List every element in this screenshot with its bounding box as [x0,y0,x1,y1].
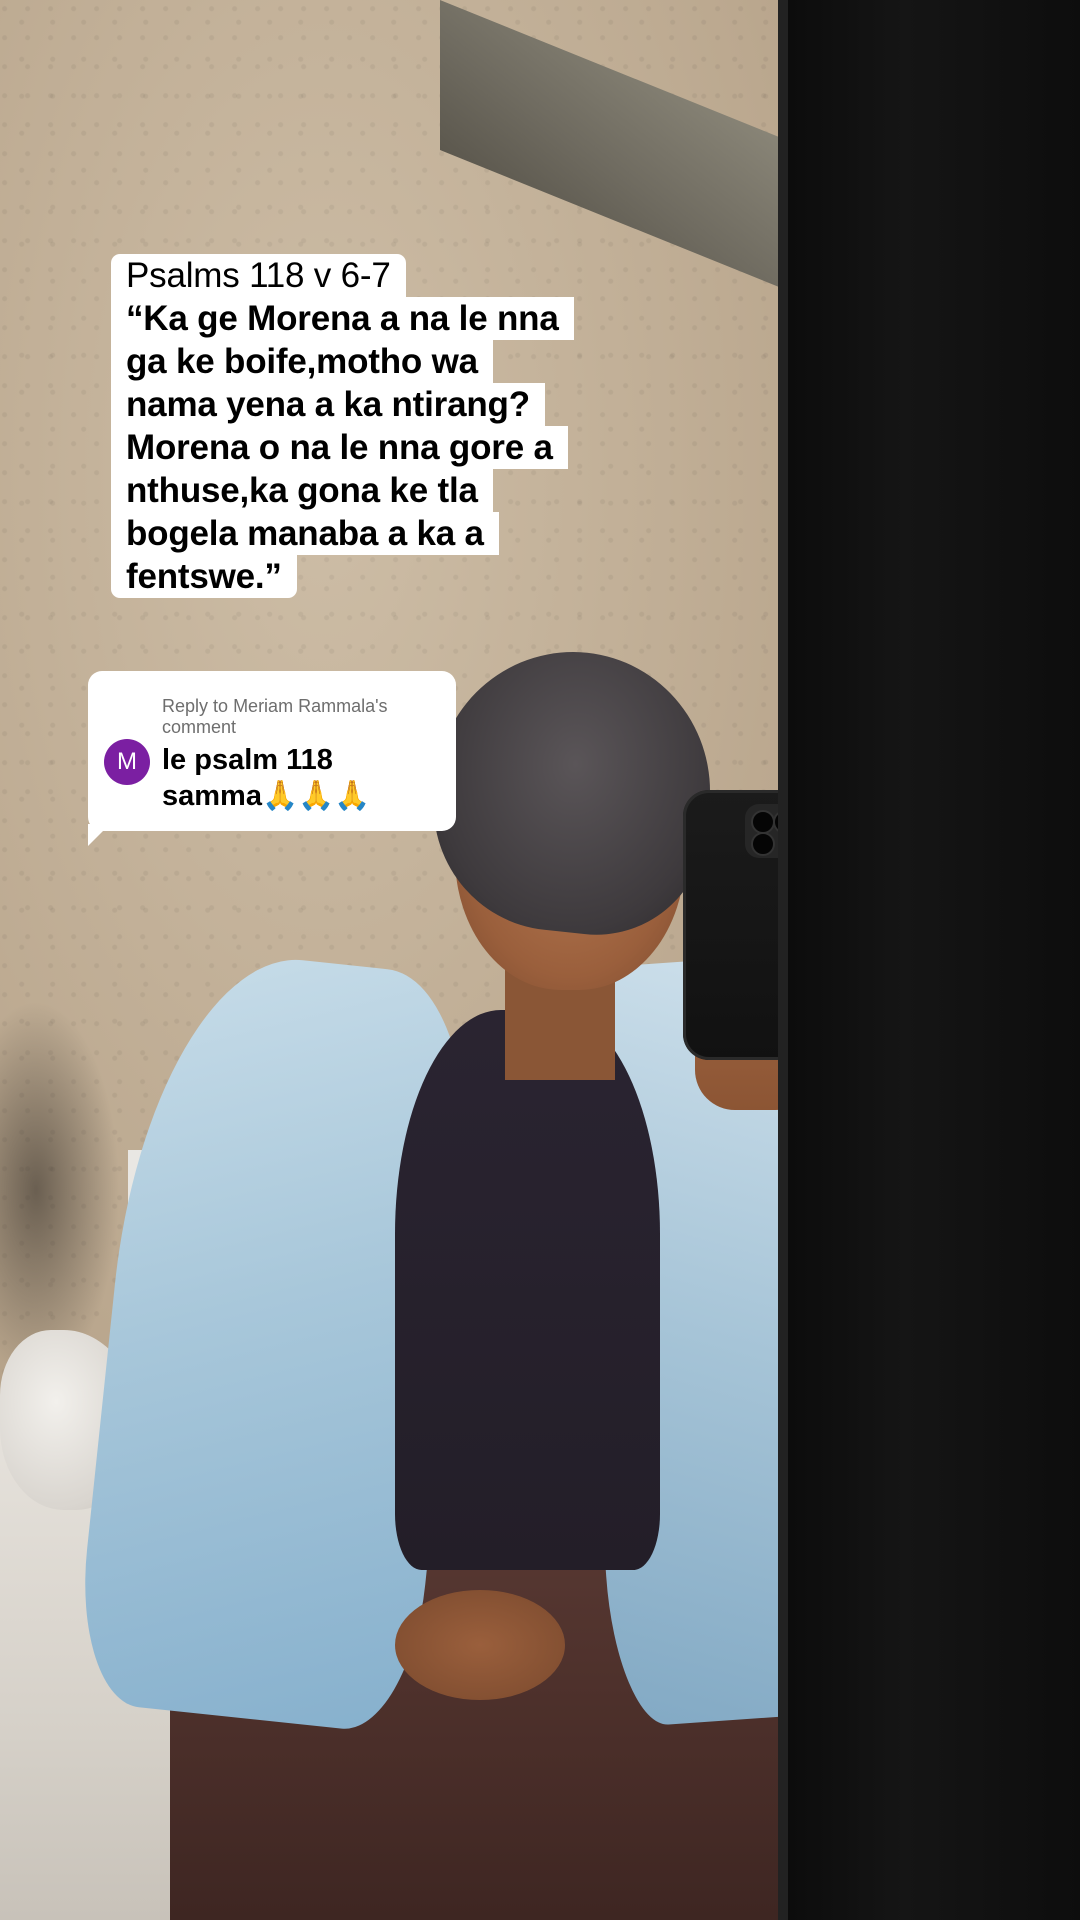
mirror-frame [788,0,1080,1920]
reply-suffix: comment [162,717,237,737]
avatar[interactable]: M [104,739,150,785]
caption-line: ga ke boife,motho wa [111,340,493,383]
comment-text-line: le psalm 118 [162,744,333,776]
caption-line: Psalms 118 v 6-7 [111,254,406,297]
caption-line: nthuse,ka gona ke tla [111,469,493,512]
caption-line: “Ka ge Morena a na le nna [111,297,574,340]
comment-text-line: samma🙏🙏🙏 [162,780,371,812]
comment-text: le psalm 118 samma🙏🙏🙏 [162,742,432,814]
caption-line: fentswe.” [111,555,297,598]
caption-line: Morena o na le nna gore a [111,426,568,469]
reply-author: Meriam Rammala's [233,696,388,716]
caption-line: bogela manaba a ka a [111,512,499,555]
reply-prefix: Reply to [162,696,229,716]
dark-top [395,1010,660,1570]
reply-card-tail [88,824,110,846]
reply-header: Reply to Meriam Rammala's comment [162,696,432,738]
hands [395,1590,565,1700]
video-caption: Psalms 118 v 6-7 “Ka ge Morena a na le n… [111,254,574,598]
reply-comment-card[interactable]: Reply to Meriam Rammala's comment M le p… [88,671,456,831]
mirror-edge [778,0,788,1920]
caption-line: nama yena a ka ntirang? [111,383,545,426]
